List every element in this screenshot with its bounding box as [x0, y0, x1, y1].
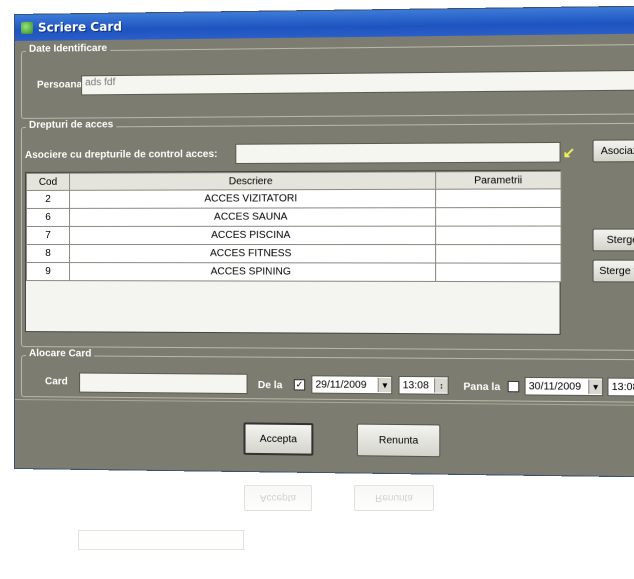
cell-cod: 9 [26, 262, 70, 281]
table-row[interactable]: 2 ACCES VIZITATORI [26, 188, 562, 209]
cell-descriere: ACCES VIZITATORI [69, 189, 436, 209]
window-reflection: Accepta Renunta [14, 470, 634, 579]
chevron-down-icon[interactable]: ▼ [588, 379, 603, 395]
cell-cod: 6 [26, 208, 70, 227]
asociaza-button[interactable]: Asociaza [592, 139, 634, 163]
drepturi-legend: Drepturi de acces [25, 119, 117, 131]
cell-parametrii [435, 244, 562, 264]
pick-right-icon[interactable]: ↙ [563, 143, 578, 162]
table-row[interactable]: 9 ACCES SPINING [26, 262, 562, 282]
sterge-button[interactable]: Sterge [592, 228, 634, 252]
cell-cod: 2 [26, 190, 70, 209]
de-la-date-picker[interactable]: 29/11/2009 ▼ [311, 375, 393, 395]
pana-la-label: Pana la [463, 381, 501, 394]
cell-parametrii [435, 207, 562, 227]
column-header-parametrii[interactable]: Parametrii [435, 171, 562, 190]
cell-cod: 7 [26, 226, 70, 245]
card-field-reflection [78, 530, 244, 550]
cell-parametrii [435, 263, 562, 282]
pana-la-time-spinner[interactable]: 13:08 ↕ [607, 377, 634, 397]
card-field[interactable] [79, 372, 248, 395]
cell-parametrii [435, 226, 562, 245]
renunta-reflection: Renunta [354, 485, 434, 511]
identificare-legend: Date Identificare [25, 42, 111, 55]
renunta-button[interactable]: Renunta [356, 423, 441, 458]
window-title: Scriere Card [37, 19, 122, 35]
column-header-cod[interactable]: Cod [26, 173, 70, 191]
cell-parametrii [435, 188, 562, 208]
cell-descriere: ACCES SAUNA [69, 207, 436, 227]
persoana-label: Persoana [36, 79, 83, 91]
cell-descriere: ACCES SPINING [69, 262, 436, 282]
alocare-legend: Alocare Card [25, 348, 95, 360]
table-row[interactable]: 8 ACCES FITNESS [26, 244, 562, 264]
asociere-label: Asociere cu drepturile de control acces: [24, 148, 218, 161]
de-la-time-value: 13:08 [402, 379, 429, 392]
table-row[interactable]: 7 ACCES PISCINA [26, 226, 562, 245]
asociere-field[interactable] [235, 141, 561, 165]
de-la-checkbox[interactable]: ✓ [293, 379, 306, 391]
spin-arrows-icon[interactable]: ↕ [434, 378, 448, 393]
pana-la-date-value: 30/11/2009 [528, 380, 582, 393]
rights-table: Cod Descriere Parametrii 2 ACCES VIZITAT… [24, 169, 562, 335]
chevron-down-icon[interactable]: ▼ [377, 377, 392, 393]
de-la-label: De la [257, 379, 283, 392]
table-row[interactable]: 6 ACCES SAUNA [26, 207, 562, 227]
table-header-row: Cod Descriere Parametrii [26, 171, 562, 191]
de-la-date-value: 29/11/2009 [315, 378, 367, 391]
dialog-window: Scriere Card Date Identificare Persoana … [14, 5, 634, 478]
accepta-reflection: Accepta [244, 485, 312, 511]
pana-la-date-picker[interactable]: 30/11/2009 ▼ [524, 376, 604, 397]
cell-cod: 8 [26, 244, 70, 263]
app-icon [20, 21, 33, 34]
column-header-descriere[interactable]: Descriere [69, 171, 436, 191]
cell-descriere: ACCES PISCINA [69, 226, 436, 245]
accepta-button[interactable]: Accepta [243, 422, 314, 456]
de-la-time-spinner[interactable]: 13:08 ↕ [398, 375, 449, 395]
title-bar[interactable]: Scriere Card [14, 6, 634, 41]
cell-descriere: ACCES FITNESS [69, 244, 436, 264]
sterge-tot-button[interactable]: Sterge tot [592, 259, 634, 283]
card-label: Card [44, 376, 68, 388]
pana-la-checkbox[interactable] [507, 380, 520, 393]
pana-la-time-value: 13:08 [611, 381, 634, 393]
